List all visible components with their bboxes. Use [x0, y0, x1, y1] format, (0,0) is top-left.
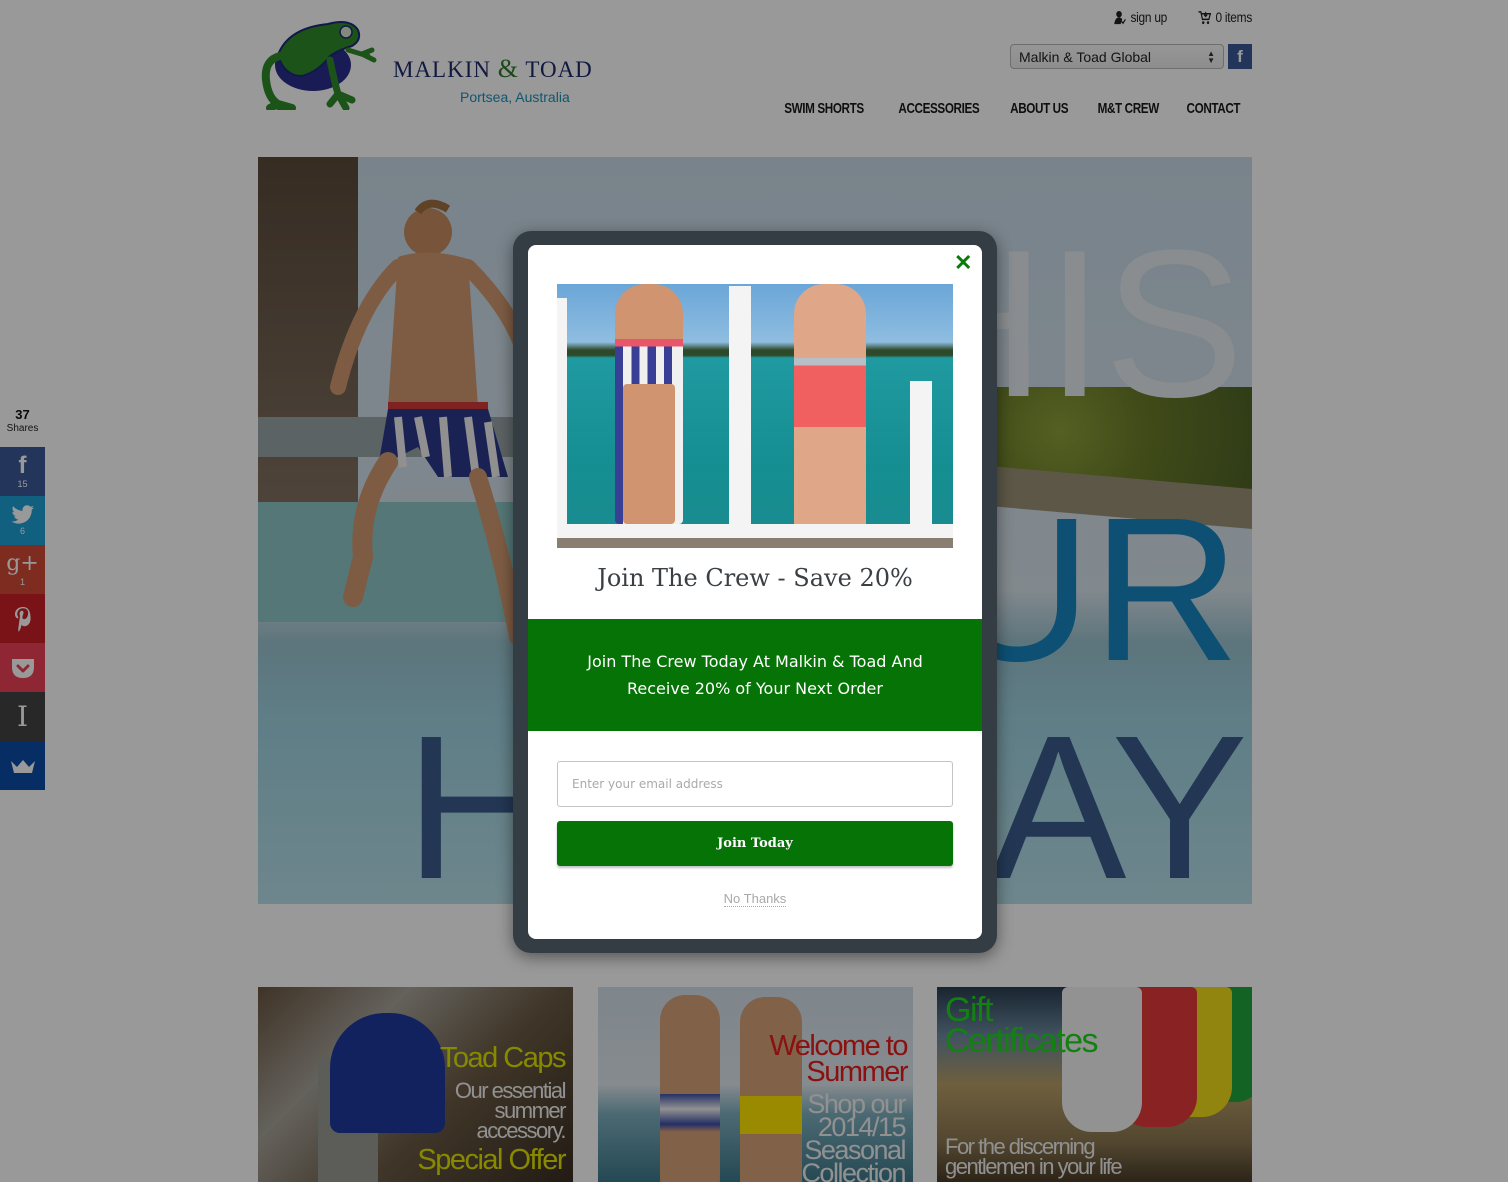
- pier-rail: [910, 381, 932, 538]
- pier-deck: [557, 538, 953, 548]
- pier-rail: [557, 298, 567, 538]
- email-input[interactable]: [557, 761, 953, 807]
- popup-hero-image: [557, 284, 953, 548]
- no-thanks-row: No Thanks: [528, 890, 982, 908]
- close-icon: ✕: [954, 250, 973, 275]
- close-popup-button[interactable]: ✕: [954, 252, 972, 274]
- no-thanks-link[interactable]: No Thanks: [723, 891, 787, 907]
- pier-rail: [729, 286, 751, 538]
- popup-title: Join The Crew - Save 20%: [597, 564, 913, 592]
- pier-rail-base: [557, 524, 953, 538]
- model-striped-shorts: [615, 284, 683, 524]
- popup-offer-text: Join The Crew Today At Malkin & Toad And…: [587, 652, 923, 698]
- join-today-button[interactable]: Join Today: [557, 821, 953, 866]
- model-red-shorts: [794, 284, 866, 539]
- popup-offer-band: Join The Crew Today At Malkin & Toad And…: [528, 619, 982, 731]
- newsletter-popup-frame: ✕ Join The Crew - Save 20% Join The Crew…: [513, 231, 997, 953]
- newsletter-popup: ✕ Join The Crew - Save 20% Join The Crew…: [528, 245, 982, 939]
